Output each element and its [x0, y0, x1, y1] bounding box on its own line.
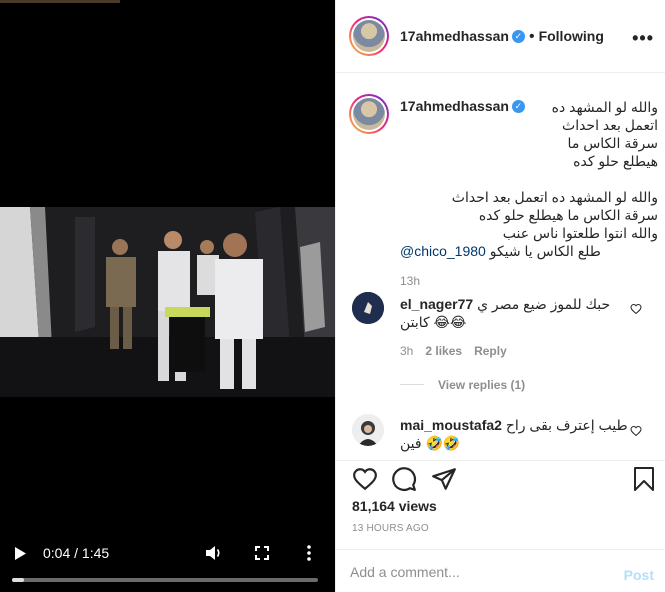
view-replies-button[interactable]: View replies (1): [438, 378, 525, 392]
post-comment-button[interactable]: Post: [624, 567, 654, 583]
video-top-strip: [0, 0, 120, 3]
heart-icon[interactable]: [352, 466, 378, 492]
comments-area: 17ahmedhassan ✓ والله لو المشهد ده اتعمل …: [336, 74, 665, 460]
caption-age: 13h: [400, 274, 421, 288]
comment-item: mai_moustafa2 طيب إعترف بقى راح فين 🤣🤣: [400, 416, 630, 452]
comment-reply-button[interactable]: Reply: [474, 344, 507, 358]
video-time-display: 0:04 / 1:45: [43, 545, 110, 561]
verified-badge-icon: ✓: [511, 30, 525, 44]
caption-line-1: والله لو المشهد ده اتعمل بعد احداث سرقة …: [551, 99, 658, 169]
comment-username[interactable]: el_nager77: [400, 296, 473, 312]
caption-line-3: والله انتوا طلعتوا ناس عنب: [502, 225, 658, 241]
volume-icon[interactable]: [205, 545, 223, 566]
comment-meta: 3h 2 likes Reply: [400, 344, 507, 358]
video-progress-bar[interactable]: [12, 578, 318, 582]
caption-body: والله لو المشهد ده اتعمل بعد احداث سرقة …: [400, 98, 658, 290]
video-controls: 0:04 / 1:45: [0, 536, 335, 592]
post-sidebar: 17ahmedhassan ✓ • Following ••• 17ahmedhass…: [335, 0, 665, 592]
header-title-row: 17ahmedhassan ✓ • Following: [400, 28, 604, 46]
post-timestamp: 13 HOURS AGO: [352, 523, 429, 534]
post-header: 17ahmedhassan ✓ • Following •••: [336, 0, 665, 73]
caption-line-4: @chico_1980 طلع الكاس يا شيكو: [400, 242, 610, 260]
comment-age: 3h: [400, 344, 414, 358]
comment-item: el_nager77 حبك للموز ضيع مصر ي كابتن 😂😂: [400, 295, 630, 331]
video-frame: [0, 207, 335, 397]
caption-mention[interactable]: @chico_1980: [400, 243, 486, 259]
header-separator: •: [528, 28, 535, 45]
video-scene-image: [0, 207, 335, 397]
view-replies-row[interactable]: View replies (1): [400, 376, 525, 394]
caption-line-4-text: طلع الكاس يا شيكو: [489, 243, 601, 259]
post-actions: 81,164 views 13 HOURS AGO: [336, 460, 665, 550]
comment-like-heart-icon[interactable]: [630, 424, 642, 437]
comment-avatar[interactable]: [352, 414, 384, 446]
comment-icon[interactable]: [391, 466, 417, 492]
view-count[interactable]: 81,164 views: [352, 498, 437, 514]
header-username[interactable]: 17ahmedhassan: [400, 28, 509, 44]
bookmark-icon[interactable]: [632, 466, 658, 492]
video-player[interactable]: 0:04 / 1:45: [0, 0, 335, 592]
comment-input[interactable]: [350, 558, 600, 586]
play-icon[interactable]: [14, 546, 27, 566]
comment-likes[interactable]: 2 likes: [425, 344, 462, 358]
caption-line-2: والله لو المشهد ده اتعمل بعد احداث سرقة …: [451, 189, 658, 223]
comment-like-heart-icon[interactable]: [630, 302, 642, 315]
add-comment-bar: Post: [336, 549, 665, 592]
comment-username[interactable]: mai_moustafa2: [400, 417, 502, 433]
caption-avatar[interactable]: [349, 94, 389, 134]
more-options-icon[interactable]: •••: [632, 28, 654, 49]
view-replies-divider: [400, 384, 424, 386]
following-button[interactable]: Following: [539, 28, 604, 44]
share-icon[interactable]: [431, 466, 457, 492]
comment-avatar[interactable]: [352, 292, 384, 324]
kebab-icon[interactable]: [307, 545, 311, 566]
avatar[interactable]: [349, 16, 389, 56]
video-progress-fill: [12, 578, 25, 582]
fullscreen-icon[interactable]: [255, 546, 269, 565]
